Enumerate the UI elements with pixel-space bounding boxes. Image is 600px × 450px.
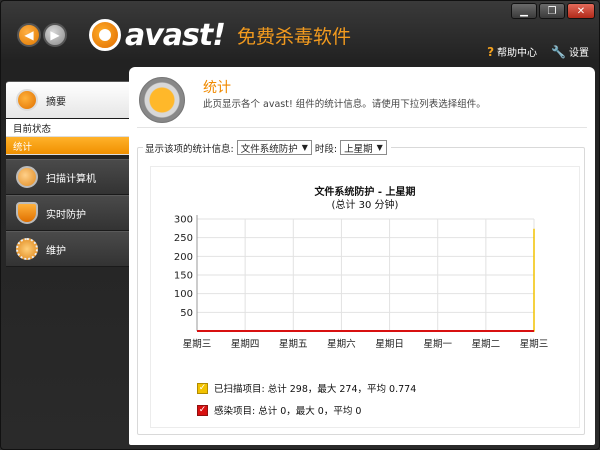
minimize-button[interactable]: ▁ — [511, 3, 537, 19]
legend-infected-text: 感染项目: 总计 0，最大 0，平均 0 — [214, 406, 362, 417]
sidebar: 摘要 目前状态 统计 扫描计算机 实时防护 维护 — [6, 81, 130, 267]
y-tick-label: 300 — [174, 215, 193, 226]
arrow-right-icon: ▶ — [50, 28, 60, 42]
filter-bar: 显示该项的统计信息: 文件系统防护 ▼ 时段: 上星期 ▼ — [143, 140, 391, 155]
y-tick-label: 250 — [174, 233, 193, 244]
summary-subitems: 目前状态 统计 — [6, 119, 130, 155]
y-tick-label: 100 — [174, 289, 193, 300]
y-tick-label: 200 — [174, 252, 193, 263]
sidebar-item-realtime[interactable]: 实时防护 — [6, 195, 130, 231]
dropdown-arrow-icon: ▼ — [376, 143, 383, 152]
close-button[interactable]: ✕ — [567, 3, 595, 19]
logo-text: avast! — [125, 17, 226, 53]
eye-icon — [16, 89, 38, 111]
legend-infected: ✓ 感染项目: 总计 0，最大 0，平均 0 — [197, 403, 361, 417]
series-line — [197, 228, 535, 332]
y-tick-label: 150 — [174, 271, 193, 282]
statistics-card: 文件系统防护 - 上星期 (总计 30 分钟) 50 100 150 200 250 30… — [137, 147, 585, 435]
forward-button[interactable]: ▶ — [43, 23, 67, 47]
dropdown-arrow-icon: ▼ — [301, 143, 308, 152]
component-select[interactable]: 文件系统防护 ▼ — [236, 140, 312, 155]
wrench-icon: 🔧 — [551, 44, 566, 59]
y-tick-label: 50 — [180, 308, 193, 319]
chart-subtitle: (总计 30 分钟) — [331, 200, 399, 211]
sidebar-item-label: 维护 — [46, 245, 66, 257]
product-tagline: 免费杀毒软件 — [236, 25, 351, 48]
x-tick-label: 星期四 — [231, 339, 260, 350]
x-tick-label: 星期日 — [375, 339, 404, 350]
settings-label: 设置 — [569, 48, 589, 59]
checkbox-icon[interactable]: ✓ — [197, 382, 208, 394]
divider — [137, 127, 587, 128]
app-window: ▁ ❐ ✕ ◀ ▶ avast! 免费杀毒软件 ? 帮助中心 🔧 设置 摘要 目… — [0, 0, 600, 450]
avast-logo: avast! 免费杀毒软件 — [89, 17, 351, 53]
legend-scanned-text: 已扫描项目: 总计 298，最大 274，平均 0.774 — [214, 384, 417, 395]
filter-label: 显示该项的统计信息: — [145, 143, 234, 155]
checkbox-icon[interactable]: ✓ — [197, 404, 208, 416]
question-icon: ? — [487, 44, 495, 59]
period-value: 上星期 — [344, 143, 373, 155]
gear-icon — [16, 238, 38, 260]
subitem-statistics[interactable]: 统计 — [6, 137, 130, 155]
page-title: 统计 — [203, 80, 231, 96]
period-select[interactable]: 上星期 ▼ — [340, 140, 387, 155]
shield-icon — [16, 202, 38, 224]
magnifier-icon — [16, 166, 38, 188]
settings-link[interactable]: 🔧 设置 — [551, 44, 589, 60]
subitem-current-status[interactable]: 目前状态 — [6, 119, 130, 137]
page-description: 此页显示各个 avast! 组件的统计信息。请使用下拉列表选择组件。 — [203, 99, 486, 110]
top-links: ? 帮助中心 🔧 设置 — [487, 44, 589, 60]
help-center-link[interactable]: ? 帮助中心 — [487, 44, 538, 60]
x-tick-label: 星期五 — [279, 339, 308, 350]
avast-logo-icon — [89, 19, 121, 51]
main-panel: 统计 此页显示各个 avast! 组件的统计信息。请使用下拉列表选择组件。 文件… — [129, 67, 595, 445]
sidebar-item-maintenance[interactable]: 维护 — [6, 231, 130, 267]
sidebar-item-summary[interactable]: 摘要 — [6, 81, 130, 119]
x-tick-label: 星期二 — [472, 339, 501, 350]
component-value: 文件系统防护 — [240, 143, 298, 155]
x-tick-label: 星期一 — [423, 339, 452, 350]
period-label: 时段: — [314, 143, 338, 155]
x-tick-label: 星期六 — [327, 338, 356, 350]
sidebar-item-scan[interactable]: 扫描计算机 — [6, 159, 130, 195]
sidebar-item-label: 摘要 — [46, 96, 66, 108]
help-label: 帮助中心 — [497, 48, 538, 59]
subitem-label: 统计 — [13, 141, 33, 153]
sidebar-item-label: 扫描计算机 — [46, 173, 96, 185]
x-tick-label: 星期三 — [183, 339, 212, 350]
restore-button[interactable]: ❐ — [539, 3, 565, 19]
back-button[interactable]: ◀ — [17, 23, 41, 47]
window-controls: ▁ ❐ ✕ — [511, 3, 595, 19]
arrow-left-icon: ◀ — [24, 28, 34, 42]
chart-area: 文件系统防护 - 上星期 (总计 30 分钟) 50 100 150 200 250 30… — [150, 166, 580, 428]
statistics-eye-icon — [139, 77, 185, 123]
legend-scanned: ✓ 已扫描项目: 总计 298，最大 274，平均 0.774 — [197, 381, 416, 395]
x-tick-label: 星期三 — [520, 339, 549, 350]
sidebar-item-label: 实时防护 — [46, 209, 86, 221]
subitem-label: 目前状态 — [13, 123, 52, 135]
